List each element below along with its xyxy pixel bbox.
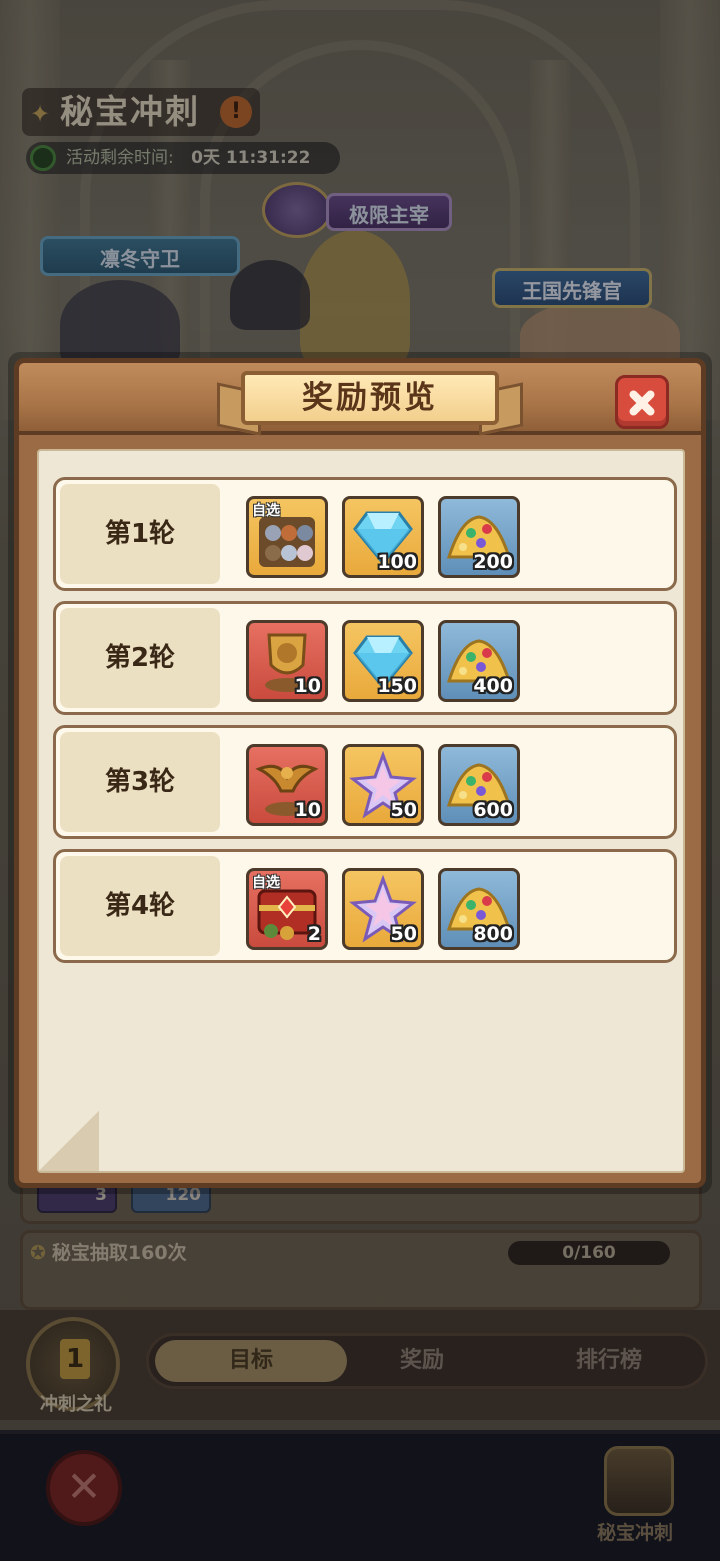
close-button[interactable] <box>615 375 669 429</box>
item-quantity: 10 <box>294 675 321 697</box>
item-quantity: 200 <box>473 551 513 573</box>
reward-item[interactable]: 10 <box>246 620 328 702</box>
item-quantity: 400 <box>473 675 513 697</box>
item-quantity: 800 <box>473 923 513 945</box>
item-quantity: 600 <box>473 799 513 821</box>
reward-list: 第1轮 自选 100 200 第2轮 10 150 400 第3轮 10 50 600 第4轮 自选 2 50… <box>37 449 685 1173</box>
round-cell: 第2轮 <box>60 608 220 708</box>
reward-row: 第1轮 自选 100 200 <box>53 477 677 591</box>
reward-item[interactable]: 自选 2 <box>246 868 328 950</box>
item-quantity: 50 <box>390 923 417 945</box>
title-ribbon: 奖励预览 <box>217 367 523 436</box>
reward-item[interactable]: 150 <box>342 620 424 702</box>
reward-item[interactable]: 50 <box>342 868 424 950</box>
reward-item[interactable]: 10 <box>246 744 328 826</box>
reward-row: 第3轮 10 50 600 <box>53 725 677 839</box>
modal-title: 奖励预览 <box>302 380 438 416</box>
modal-header: 奖励预览 <box>19 363 701 436</box>
select-tag: 自选 <box>252 503 280 519</box>
reward-item[interactable]: 100 <box>342 496 424 578</box>
item-quantity: 150 <box>377 675 417 697</box>
round-label: 第1轮 <box>104 519 176 549</box>
item-quantity: 100 <box>377 551 417 573</box>
reward-row: 第2轮 10 150 400 <box>53 601 677 715</box>
reward-item[interactable]: 800 <box>438 868 520 950</box>
reward-preview-modal: 奖励预览 第1轮 自选 100 200 第2轮 10 150 400 第3轮 10 50 600 第4轮… <box>14 358 706 1188</box>
item-quantity: 10 <box>294 799 321 821</box>
reward-item[interactable]: 200 <box>438 496 520 578</box>
round-label: 第2轮 <box>104 643 176 673</box>
reward-item[interactable]: 600 <box>438 744 520 826</box>
reward-item[interactable]: 400 <box>438 620 520 702</box>
reward-item[interactable]: 自选 <box>246 496 328 578</box>
round-label: 第3轮 <box>104 767 176 797</box>
item-quantity: 50 <box>390 799 417 821</box>
reward-row: 第4轮 自选 2 50 800 <box>53 849 677 963</box>
round-cell: 第3轮 <box>60 732 220 832</box>
round-label: 第4轮 <box>104 891 176 921</box>
select-tag: 自选 <box>252 875 280 891</box>
round-cell: 第4轮 <box>60 856 220 956</box>
round-cell: 第1轮 <box>60 484 220 584</box>
reward-item[interactable]: 50 <box>342 744 424 826</box>
item-quantity: 2 <box>307 923 321 945</box>
